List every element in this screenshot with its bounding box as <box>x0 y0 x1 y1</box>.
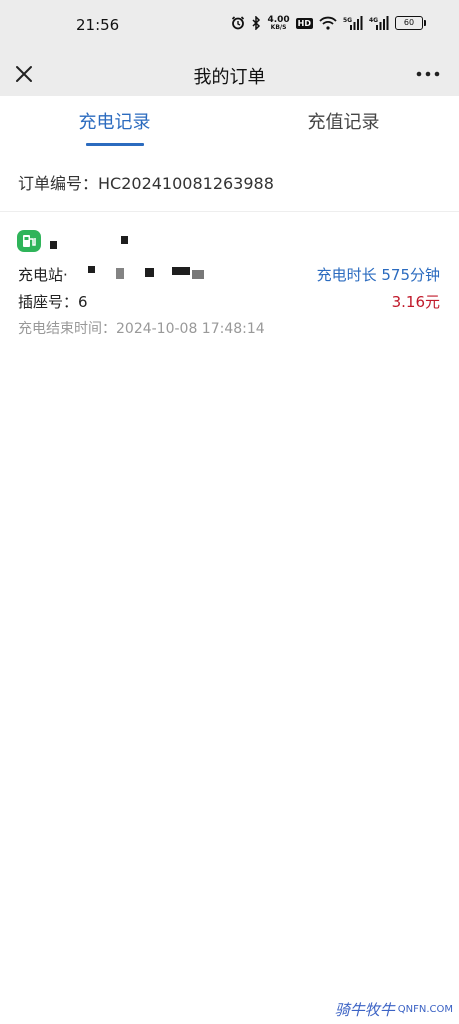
more-options-icon[interactable] <box>415 62 441 86</box>
redacted-station-address <box>145 268 154 277</box>
tab-recharge-records[interactable]: 充值记录 <box>229 108 458 134</box>
battery-icon: 60 <box>395 16 426 30</box>
charging-station-icon <box>17 230 41 252</box>
watermark: 骑牛牧牛 QNFN.COM <box>335 999 453 1020</box>
hd-voice-icon: HD <box>295 17 313 29</box>
bluetooth-icon <box>252 16 261 30</box>
wifi-icon <box>319 16 337 30</box>
station-label: 充电站· <box>18 266 68 284</box>
svg-text:5G: 5G <box>343 17 352 24</box>
order-number: 订单编号：HC202410081263988 <box>0 156 459 212</box>
charging-end-time: 充电结束时间：2024-10-08 17:48:14 <box>18 321 265 337</box>
network-speed: 4.00 KB/S <box>267 16 289 32</box>
tab-bar: 充电记录 充值记录 <box>0 96 459 156</box>
socket-number: 插座号：6 <box>18 293 88 311</box>
svg-text:4G: 4G <box>369 17 378 24</box>
redacted-station-name <box>50 241 57 249</box>
charging-duration: 充电时长 575分钟 <box>316 266 440 284</box>
status-bar: 21:56 4.00 KB/S HD 5G 4G 60 <box>0 0 459 52</box>
redacted-station-name <box>121 236 128 244</box>
redacted-station-address <box>88 266 95 273</box>
network-speed-unit: KB/S <box>270 24 287 31</box>
redacted-station-address <box>116 268 124 279</box>
page-title: 我的订单 <box>193 67 266 88</box>
signal-5g-icon: 5G <box>343 16 363 30</box>
alarm-icon <box>232 16 245 30</box>
watermark-text: 骑牛牧牛 <box>334 1001 395 1019</box>
signal-4g-icon: 4G <box>369 16 389 30</box>
network-speed-value: 4.00 <box>267 15 290 25</box>
redacted-station-address <box>172 267 190 275</box>
tab-charging-records[interactable]: 充电记录 <box>0 108 229 134</box>
nav-bar: 我的订单 <box>0 52 459 96</box>
active-tab-indicator <box>86 143 144 146</box>
order-price: 3.16元 <box>391 293 440 311</box>
order-record[interactable]: 充电站· 充电时长 575分钟 插座号：6 3.16元 充电结束时间：2024-… <box>0 212 459 352</box>
status-time: 21:56 <box>76 16 120 34</box>
redacted-station-address <box>192 270 204 279</box>
status-icons: 4.00 KB/S HD 5G 4G 60 <box>231 14 426 32</box>
watermark-url: QNFN.COM <box>397 1004 453 1015</box>
